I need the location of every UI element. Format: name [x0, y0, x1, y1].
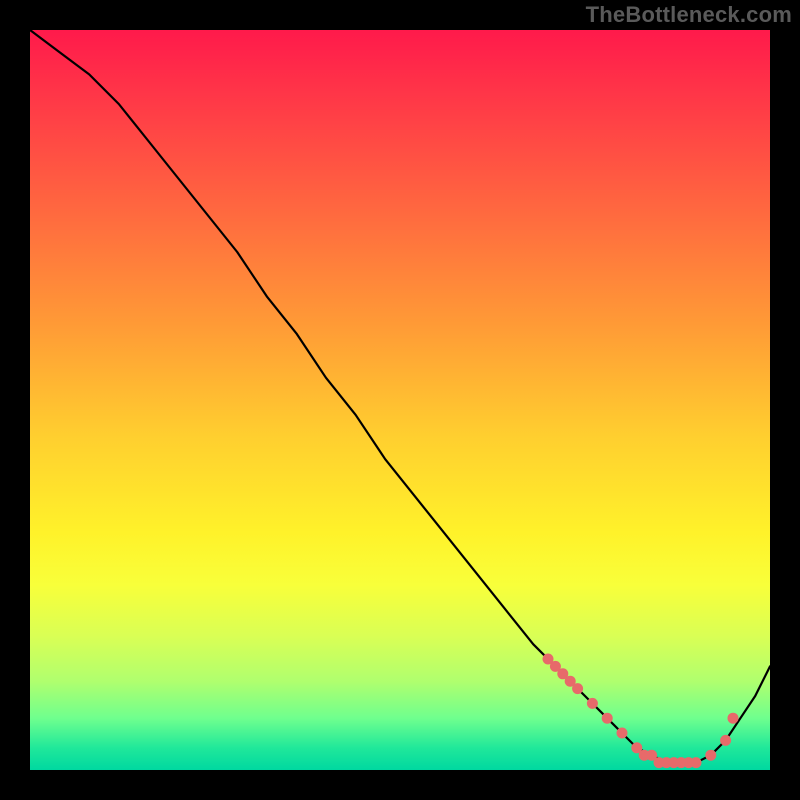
plot-area [30, 30, 770, 770]
curve-marker [602, 713, 613, 724]
curve-marker [705, 750, 716, 761]
curve-svg [30, 30, 770, 770]
chart-frame: TheBottleneck.com [0, 0, 800, 800]
curve-marker [617, 728, 628, 739]
curve-markers [543, 654, 739, 769]
curve-marker [728, 713, 739, 724]
curve-marker [572, 683, 583, 694]
curve-marker [587, 698, 598, 709]
curve-marker [720, 735, 731, 746]
curve-marker [691, 757, 702, 768]
bottleneck-curve [30, 30, 770, 763]
watermark-text: TheBottleneck.com [586, 2, 792, 28]
